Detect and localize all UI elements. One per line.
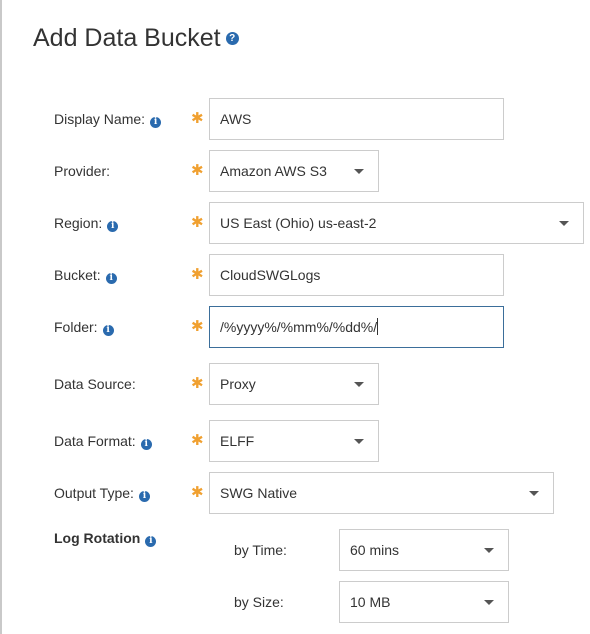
dialog-frame: Add Data Bucket? Display Name: i ✱ AWS Pr… bbox=[0, 0, 590, 634]
display-name-input[interactable]: AWS bbox=[209, 98, 504, 140]
region-select[interactable]: US East (Ohio) us-east-2 bbox=[209, 202, 584, 244]
data-format-row: Data Format: i ✱ ELFF bbox=[2, 420, 590, 462]
region-value: US East (Ohio) us-east-2 bbox=[220, 215, 377, 231]
info-icon[interactable]: i bbox=[140, 439, 152, 450]
folder-value: /%yyyy%/%mm%/%dd%/ bbox=[220, 319, 378, 335]
help-icon[interactable]: ? bbox=[225, 32, 239, 45]
display-name-row: Display Name: i ✱ AWS bbox=[2, 98, 590, 140]
folder-row: Folder: i ✱ /%yyyy%/%mm%/%dd%/ bbox=[2, 306, 590, 348]
dialog-title: Add Data Bucket? bbox=[33, 24, 239, 53]
text-cursor bbox=[377, 318, 379, 335]
chevron-down-icon bbox=[354, 382, 364, 387]
required-icon: ✱ bbox=[191, 110, 204, 127]
required-icon: ✱ bbox=[191, 375, 204, 392]
by-time-value: 60 mins bbox=[350, 542, 400, 558]
chevron-down-icon bbox=[484, 548, 494, 553]
data-source-row: Data Source: ✱ Proxy bbox=[2, 363, 590, 405]
provider-label-text: Provider: bbox=[54, 163, 111, 179]
data-format-label-text: Data Format: bbox=[54, 433, 136, 449]
by-size-label: by Size: bbox=[234, 594, 284, 610]
by-time-select[interactable]: 60 mins bbox=[339, 529, 509, 571]
required-icon: ✱ bbox=[191, 162, 204, 179]
info-icon[interactable]: i bbox=[105, 273, 117, 284]
required-icon: ✱ bbox=[191, 318, 204, 335]
output-type-label-text: Output Type: bbox=[54, 485, 134, 501]
provider-label: Provider: bbox=[54, 163, 110, 179]
by-size-select[interactable]: 10 MB bbox=[339, 581, 509, 623]
info-icon[interactable]: i bbox=[138, 491, 150, 502]
required-icon: ✱ bbox=[191, 484, 204, 501]
provider-row: Provider: ✱ Amazon AWS S3 bbox=[2, 150, 590, 192]
page-title: Add Data Bucket bbox=[33, 24, 221, 52]
output-type-select[interactable]: SWG Native bbox=[209, 472, 554, 514]
region-row: Region: i ✱ US East (Ohio) us-east-2 bbox=[2, 202, 590, 244]
data-format-select[interactable]: ELFF bbox=[209, 420, 379, 462]
info-icon[interactable]: i bbox=[102, 325, 114, 336]
required-icon: ✱ bbox=[191, 214, 204, 231]
folder-label-text: Folder: bbox=[54, 319, 98, 335]
display-name-value: AWS bbox=[220, 111, 252, 127]
chevron-down-icon bbox=[354, 169, 364, 174]
provider-select[interactable]: Amazon AWS S3 bbox=[209, 150, 379, 192]
data-source-label: Data Source: bbox=[54, 376, 136, 392]
provider-value: Amazon AWS S3 bbox=[220, 163, 327, 179]
bucket-value: CloudSWGLogs bbox=[220, 267, 321, 283]
output-type-label: Output Type: i bbox=[54, 485, 150, 502]
folder-input[interactable]: /%yyyy%/%mm%/%dd%/ bbox=[209, 306, 504, 348]
bucket-label-text: Bucket: bbox=[54, 267, 101, 283]
chevron-down-icon bbox=[354, 439, 364, 444]
data-source-value: Proxy bbox=[220, 376, 256, 392]
info-icon[interactable]: i bbox=[107, 221, 119, 232]
chevron-down-icon bbox=[484, 600, 494, 605]
by-size-row: by Size: 10 MB bbox=[2, 581, 590, 623]
display-name-label: Display Name: i bbox=[54, 111, 162, 128]
by-time-row: by Time: 60 mins bbox=[2, 529, 590, 571]
region-label-text: Region: bbox=[54, 215, 103, 231]
data-source-select[interactable]: Proxy bbox=[209, 363, 379, 405]
display-name-label-text: Display Name: bbox=[54, 111, 146, 127]
bucket-label: Bucket: i bbox=[54, 267, 117, 284]
chevron-down-icon bbox=[559, 221, 569, 226]
by-size-value: 10 MB bbox=[350, 594, 391, 610]
region-label: Region: i bbox=[54, 215, 119, 232]
info-icon[interactable]: i bbox=[150, 117, 162, 128]
bucket-input[interactable]: CloudSWGLogs bbox=[209, 254, 504, 296]
data-format-value: ELFF bbox=[220, 433, 255, 449]
output-type-value: SWG Native bbox=[220, 485, 298, 501]
by-time-label: by Time: bbox=[234, 542, 287, 558]
output-type-row: Output Type: i ✱ SWG Native bbox=[2, 472, 590, 514]
data-format-label: Data Format: i bbox=[54, 433, 152, 450]
chevron-down-icon bbox=[529, 491, 539, 496]
bucket-row: Bucket: i ✱ CloudSWGLogs bbox=[2, 254, 590, 296]
folder-label: Folder: i bbox=[54, 319, 114, 336]
required-icon: ✱ bbox=[191, 432, 204, 449]
data-source-label-text: Data Source: bbox=[54, 376, 136, 392]
required-icon: ✱ bbox=[191, 266, 204, 283]
